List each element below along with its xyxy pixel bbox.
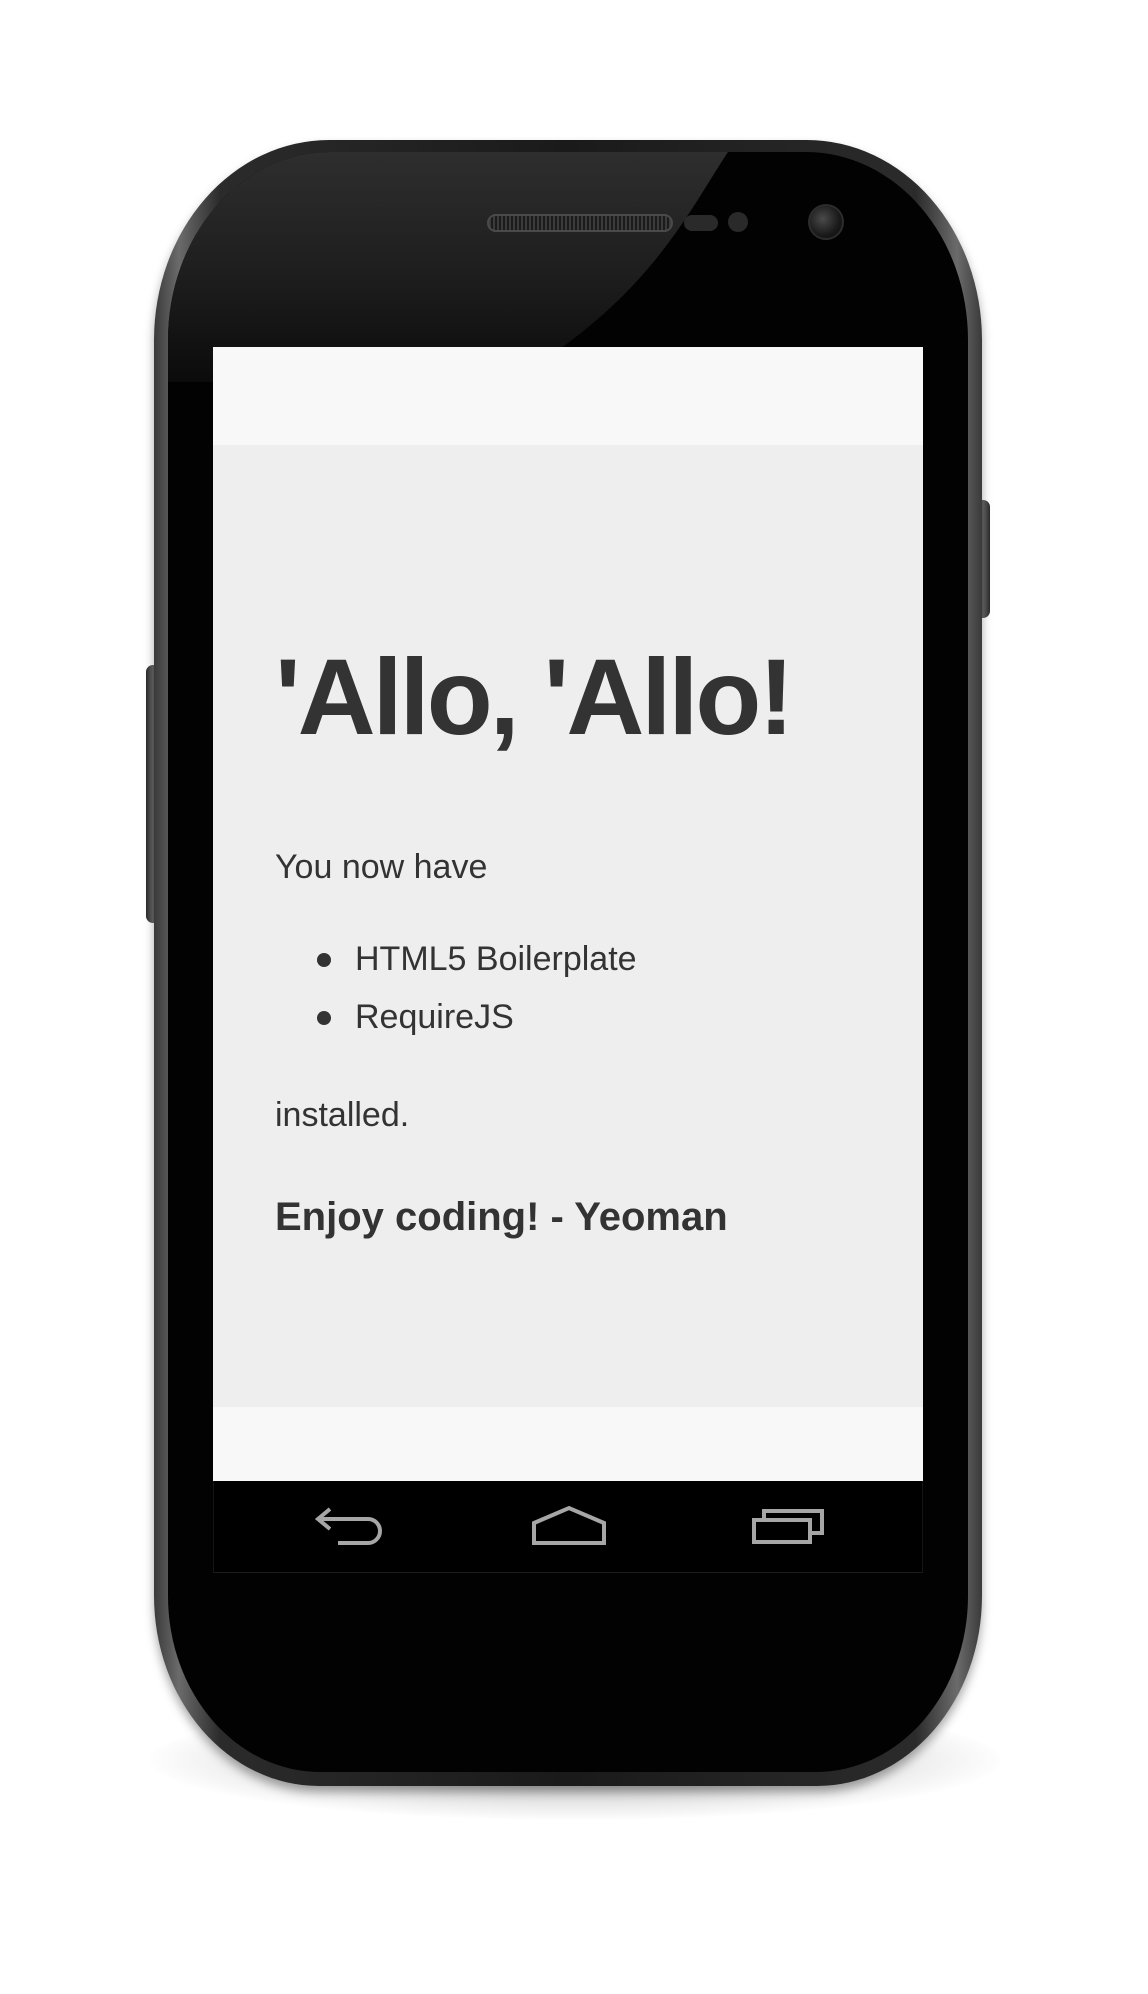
installed-list: HTML5 Boilerplate RequireJS bbox=[275, 942, 637, 1058]
device-stage: 'Allo, 'Allo! You now have HTML5 Boilerp… bbox=[0, 0, 1148, 1994]
list-item: RequireJS bbox=[275, 1000, 637, 1034]
phone-screen: 'Allo, 'Allo! You now have HTML5 Boilerp… bbox=[213, 347, 923, 1481]
phone-bezel: 'Allo, 'Allo! You now have HTML5 Boilerp… bbox=[168, 152, 968, 1772]
list-item: HTML5 Boilerplate bbox=[275, 942, 637, 976]
home-button[interactable] bbox=[524, 1495, 614, 1555]
recent-apps-button[interactable] bbox=[744, 1495, 834, 1555]
list-item-label: RequireJS bbox=[355, 998, 514, 1036]
list-item-label: HTML5 Boilerplate bbox=[355, 940, 637, 978]
intro-text: You now have bbox=[275, 848, 488, 886]
home-icon bbox=[532, 1505, 606, 1545]
proximity-sensor bbox=[684, 215, 718, 231]
earpiece-speaker bbox=[487, 214, 673, 232]
signoff-text: Enjoy coding! - Yeoman bbox=[275, 1195, 728, 1239]
page-content: 'Allo, 'Allo! You now have HTML5 Boilerp… bbox=[213, 445, 923, 1407]
bullet-icon bbox=[317, 953, 331, 967]
back-icon bbox=[314, 1507, 382, 1545]
phone-frame: 'Allo, 'Allo! You now have HTML5 Boilerp… bbox=[154, 140, 982, 1786]
front-camera bbox=[808, 204, 844, 240]
installed-text: installed. bbox=[275, 1096, 410, 1134]
light-sensor bbox=[728, 212, 748, 232]
recent-apps-icon bbox=[752, 1509, 824, 1544]
navigation-bar bbox=[213, 1481, 923, 1573]
bullet-icon bbox=[317, 1011, 331, 1025]
page-title: 'Allo, 'Allo! bbox=[275, 636, 794, 757]
back-button[interactable] bbox=[304, 1495, 394, 1555]
